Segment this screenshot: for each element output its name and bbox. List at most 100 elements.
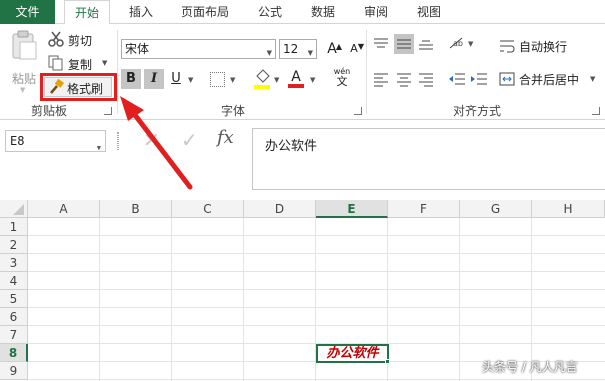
row-header-9[interactable]: 9 (0, 362, 28, 380)
font-color-label: A (291, 69, 301, 85)
tab-formulas[interactable]: 公式 (248, 0, 292, 24)
chevron-down-icon[interactable]: ▼ (310, 76, 315, 84)
caret-up-icon: ▲ (335, 42, 342, 51)
column-header-d[interactable]: D (244, 200, 316, 218)
name-box[interactable]: E8 ▼ (5, 130, 106, 152)
select-all-triangle-icon (13, 204, 24, 215)
wrap-text-icon (500, 40, 515, 53)
gridline-vertical (171, 218, 172, 381)
formula-input[interactable]: 办公软件 (252, 128, 605, 190)
cut-button[interactable]: 剪切 (48, 30, 108, 48)
align-middle-button[interactable] (394, 34, 414, 54)
tab-review[interactable]: 审阅 (354, 0, 398, 24)
alignment-launcher-icon[interactable] (592, 107, 600, 115)
font-name-value: 宋体 (125, 42, 150, 56)
tab-insert[interactable]: 插入 (119, 0, 163, 24)
paste-label: 粘贴 (12, 72, 37, 86)
gridline-horizontal (28, 289, 605, 290)
name-box-value: E8 (10, 134, 25, 148)
ribbon-tab-bar: 文件 开始 插入 页面布局 公式 数据 审阅 视图 (0, 0, 605, 25)
group-divider (366, 30, 367, 114)
phonetic-button[interactable]: wén 文 (330, 68, 354, 90)
fill-color-icon[interactable] (253, 68, 271, 90)
align-top-icon[interactable] (373, 36, 389, 52)
row-header-8[interactable]: 8 (0, 344, 28, 362)
column-header-f[interactable]: F (388, 200, 460, 218)
clipboard-group-label: 剪贴板 (31, 104, 68, 118)
column-header-a[interactable]: A (28, 200, 100, 218)
watermark: 头条号 / 凡人凡言 (482, 360, 578, 374)
chevron-down-icon[interactable]: ▼ (188, 76, 193, 84)
chevron-down-icon: ▼ (590, 75, 596, 83)
confirm-icon[interactable]: ✓ (181, 128, 198, 152)
column-header-c[interactable]: C (172, 200, 244, 218)
chevron-down-icon[interactable]: ▼ (274, 76, 279, 84)
row-header-5[interactable]: 5 (0, 290, 28, 308)
ribbon-home: 粘贴 ▼ 剪切 复制 ▼ 格式刷 剪贴板 宋体 ▼ 12 ▼ A ▲ A ▼ B… (0, 24, 605, 120)
insert-function-icon[interactable]: fx (217, 127, 234, 148)
chevron-down-icon: ▼ (20, 86, 26, 94)
tab-file[interactable]: 文件 (0, 0, 55, 24)
paste-button[interactable]: 粘贴 ▼ (6, 30, 40, 94)
annotation-box (40, 73, 117, 101)
increase-indent-icon[interactable] (470, 71, 488, 87)
align-bottom-icon[interactable] (418, 36, 434, 52)
merge-center-label: 合并后居中 (519, 73, 580, 87)
merge-center-button[interactable]: 合并后居中 ▼ (499, 69, 602, 89)
column-header-g[interactable]: G (460, 200, 532, 218)
select-all-corner[interactable] (0, 200, 28, 218)
row-header-3[interactable]: 3 (0, 254, 28, 272)
column-header-b[interactable]: B (100, 200, 172, 218)
grow-font-button[interactable]: A ▲ (322, 39, 342, 59)
wrap-text-button[interactable]: 自动换行 (499, 36, 579, 56)
gridline-vertical (99, 218, 100, 381)
orientation-icon[interactable]: ab (448, 34, 466, 52)
worksheet-grid[interactable]: ABCDEFGH 123456789 办公软件 (0, 200, 605, 381)
copy-button[interactable]: 复制 ▼ (48, 54, 114, 72)
font-color-button[interactable]: A (286, 67, 306, 88)
italic-button[interactable]: I (144, 69, 164, 89)
align-center-icon[interactable] (396, 71, 412, 87)
align-left-icon[interactable] (373, 71, 389, 87)
chevron-down-icon[interactable]: ▼ (230, 76, 235, 84)
font-size-select[interactable]: 12 ▼ (279, 39, 317, 59)
splitter-handle[interactable] (117, 132, 119, 150)
merge-cells-icon (499, 72, 515, 86)
row-header-2[interactable]: 2 (0, 236, 28, 254)
tab-home[interactable]: 开始 (64, 0, 110, 25)
underline-button[interactable]: U (166, 69, 186, 89)
tab-data[interactable]: 数据 (301, 0, 345, 24)
font-size-value: 12 (283, 42, 299, 56)
align-right-icon[interactable] (418, 71, 434, 87)
decrease-indent-icon[interactable] (448, 71, 466, 87)
cancel-icon[interactable]: ✕ (143, 128, 160, 152)
active-cell-e8[interactable]: 办公软件 (316, 344, 389, 363)
tab-view[interactable]: 视图 (407, 0, 451, 24)
alignment-group-label: 对齐方式 (453, 104, 502, 118)
font-name-select[interactable]: 宋体 ▼ (121, 39, 276, 59)
row-header-6[interactable]: 6 (0, 308, 28, 326)
chevron-down-icon[interactable]: ▼ (468, 40, 473, 48)
gridline-horizontal (28, 253, 605, 254)
font-launcher-icon[interactable] (354, 107, 362, 115)
bold-button[interactable]: B (121, 69, 141, 89)
tab-page-layout[interactable]: 页面布局 (171, 0, 239, 24)
chevron-down-icon: ▼ (307, 49, 313, 57)
wrap-text-label: 自动换行 (519, 40, 568, 54)
border-icon[interactable] (210, 72, 225, 87)
clipboard-launcher-icon[interactable] (104, 107, 112, 115)
shrink-font-label: A (350, 42, 358, 55)
row-header-4[interactable]: 4 (0, 272, 28, 290)
column-header-e[interactable]: E (316, 200, 388, 218)
row-header-7[interactable]: 7 (0, 326, 28, 344)
phonetic-bottom: 文 (336, 75, 348, 88)
font-color-swatch (288, 84, 304, 88)
chevron-down-icon: ▼ (96, 144, 101, 152)
fill-handle[interactable] (385, 359, 390, 364)
gridline-horizontal (28, 235, 605, 236)
column-header-h[interactable]: H (532, 200, 605, 218)
shrink-font-button[interactable]: A ▼ (344, 39, 364, 59)
gridline-horizontal (28, 325, 605, 326)
row-header-1[interactable]: 1 (0, 218, 28, 236)
chevron-down-icon: ▼ (102, 59, 108, 67)
